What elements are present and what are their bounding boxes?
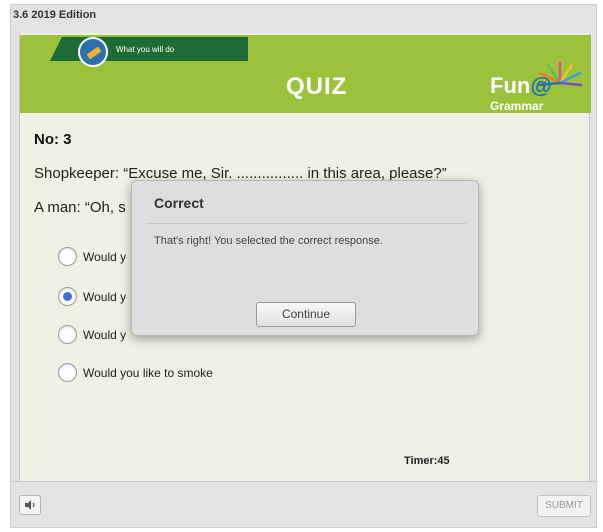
option-label: Would you like to smoke [83,365,213,380]
footer-divider [11,481,598,482]
edition-label: 3.6 2019 Edition [13,9,97,21]
answer-option-4[interactable]: Would you like to smoke [58,363,213,382]
radio-button[interactable] [58,363,77,382]
page-title: QUIZ [286,73,348,100]
radio-button[interactable] [58,247,77,266]
option-label: Would y [83,327,127,342]
continue-button[interactable]: Continue [256,302,356,327]
question-number: No: 3 [34,131,72,148]
dialog-divider [146,223,466,224]
answer-option-1[interactable]: Would y [58,247,126,266]
dialog-message: That's right! You selected the correct r… [154,235,383,247]
timer-label: Timer:45 [404,455,450,467]
radio-button-selected[interactable] [58,287,77,306]
answer-option-3[interactable]: Would y [58,325,126,344]
logo-subtext: Grammar [490,99,544,113]
sound-button[interactable] [19,495,41,515]
pencil-icon [78,37,108,67]
radio-button[interactable] [58,325,77,344]
dialog-title: Correct [154,195,204,211]
question-line-2: A man: “Oh, s [34,199,126,216]
quiz-banner: What you will do QUIZ Fun@ Grammar [20,35,591,113]
logo-main-text: Fun [490,73,531,98]
ribbon-label: What you will do [116,45,175,54]
correct-dialog: Correct That's right! You selected the c… [131,180,479,336]
logo-at-symbol: @ [530,73,552,98]
answer-option-2[interactable]: Would y [58,287,126,306]
fun-grammar-logo: Fun@ Grammar [480,61,590,113]
option-label: Would y [83,249,127,264]
option-label: Would y [83,289,127,304]
submit-button[interactable]: SUBMIT [537,495,591,517]
speaker-icon [25,500,35,510]
